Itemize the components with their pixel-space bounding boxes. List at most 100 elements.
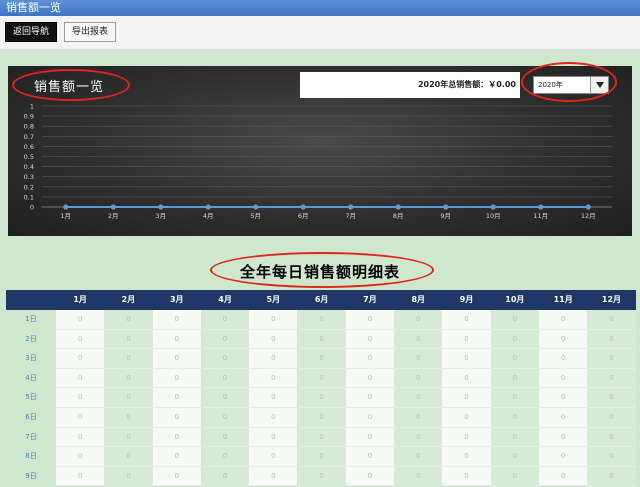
- table-cell[interactable]: 0: [104, 368, 153, 389]
- table-cell[interactable]: 0: [587, 427, 636, 448]
- table-cell[interactable]: 0: [442, 310, 491, 330]
- table-cell[interactable]: 0: [345, 368, 395, 389]
- table-cell[interactable]: 0: [587, 447, 636, 467]
- table-cell[interactable]: 0: [490, 447, 539, 467]
- table-cell[interactable]: 0: [539, 310, 588, 330]
- table-cell[interactable]: 0: [587, 329, 636, 350]
- table-cell[interactable]: 0: [104, 466, 153, 487]
- table-cell[interactable]: 0: [442, 388, 491, 408]
- table-cell[interactable]: 0: [587, 388, 636, 408]
- table-cell[interactable]: 0: [490, 310, 539, 330]
- table-cell[interactable]: 0: [442, 466, 491, 487]
- table-cell[interactable]: 0: [56, 447, 105, 467]
- table-cell[interactable]: 0: [152, 310, 201, 330]
- table-cell[interactable]: 0: [297, 368, 346, 389]
- table-cell[interactable]: 0: [539, 447, 588, 467]
- table-cell[interactable]: 0: [249, 349, 298, 369]
- table-cell[interactable]: 0: [442, 427, 491, 448]
- table-cell[interactable]: 0: [56, 408, 105, 428]
- table-cell[interactable]: 0: [587, 408, 636, 428]
- table-cell[interactable]: 0: [104, 329, 153, 350]
- table-cell[interactable]: 0: [442, 408, 491, 428]
- back-to-nav-button[interactable]: 返回导航: [5, 22, 57, 42]
- table-cell[interactable]: 0: [200, 368, 250, 389]
- table-cell[interactable]: 0: [249, 329, 298, 350]
- table-cell[interactable]: 0: [249, 408, 298, 428]
- table-cell[interactable]: 0: [539, 368, 588, 389]
- table-cell[interactable]: 0: [152, 329, 201, 350]
- table-cell[interactable]: 0: [249, 427, 298, 448]
- table-cell[interactable]: 0: [297, 427, 346, 448]
- table-cell[interactable]: 0: [442, 447, 491, 467]
- table-cell[interactable]: 0: [104, 349, 153, 369]
- table-cell[interactable]: 0: [104, 447, 153, 467]
- table-cell[interactable]: 0: [345, 447, 395, 467]
- table-cell[interactable]: 0: [539, 349, 588, 369]
- table-cell[interactable]: 0: [200, 466, 250, 487]
- table-cell[interactable]: 0: [394, 447, 443, 467]
- table-cell[interactable]: 0: [152, 408, 201, 428]
- table-cell[interactable]: 0: [56, 466, 105, 487]
- table-cell[interactable]: 0: [200, 427, 250, 448]
- table-cell[interactable]: 0: [297, 447, 346, 467]
- table-cell[interactable]: 0: [587, 349, 636, 369]
- table-cell[interactable]: 0: [200, 310, 250, 330]
- table-cell[interactable]: 0: [345, 310, 395, 330]
- table-cell[interactable]: 0: [394, 310, 443, 330]
- table-cell[interactable]: 0: [345, 408, 395, 428]
- table-cell[interactable]: 0: [539, 329, 588, 350]
- table-cell[interactable]: 0: [152, 447, 201, 467]
- table-cell[interactable]: 0: [345, 427, 395, 448]
- table-cell[interactable]: 0: [152, 368, 201, 389]
- table-cell[interactable]: 0: [490, 368, 539, 389]
- table-cell[interactable]: 0: [345, 329, 395, 350]
- table-cell[interactable]: 0: [587, 466, 636, 487]
- table-cell[interactable]: 0: [587, 368, 636, 389]
- table-cell[interactable]: 0: [249, 466, 298, 487]
- table-cell[interactable]: 0: [200, 408, 250, 428]
- table-cell[interactable]: 0: [297, 310, 346, 330]
- table-cell[interactable]: 0: [152, 466, 201, 487]
- table-cell[interactable]: 0: [490, 408, 539, 428]
- table-cell[interactable]: 0: [490, 466, 539, 487]
- table-cell[interactable]: 0: [200, 388, 250, 408]
- table-cell[interactable]: 0: [249, 368, 298, 389]
- table-cell[interactable]: 0: [56, 368, 105, 389]
- table-cell[interactable]: 0: [345, 388, 395, 408]
- table-cell[interactable]: 0: [490, 329, 539, 350]
- table-cell[interactable]: 0: [394, 388, 443, 408]
- table-cell[interactable]: 0: [345, 466, 395, 487]
- table-cell[interactable]: 0: [490, 349, 539, 369]
- table-cell[interactable]: 0: [490, 388, 539, 408]
- table-cell[interactable]: 0: [345, 349, 395, 369]
- table-cell[interactable]: 0: [200, 329, 250, 350]
- chevron-down-icon[interactable]: [590, 77, 608, 93]
- table-cell[interactable]: 0: [297, 349, 346, 369]
- table-cell[interactable]: 0: [104, 408, 153, 428]
- table-cell[interactable]: 0: [394, 466, 443, 487]
- table-cell[interactable]: 0: [539, 408, 588, 428]
- table-cell[interactable]: 0: [394, 349, 443, 369]
- table-cell[interactable]: 0: [297, 466, 346, 487]
- table-cell[interactable]: 0: [152, 427, 201, 448]
- table-cell[interactable]: 0: [394, 427, 443, 448]
- table-cell[interactable]: 0: [490, 427, 539, 448]
- table-cell[interactable]: 0: [200, 349, 250, 369]
- table-cell[interactable]: 0: [200, 447, 250, 467]
- table-cell[interactable]: 0: [539, 427, 588, 448]
- table-cell[interactable]: 0: [56, 349, 105, 369]
- table-cell[interactable]: 0: [104, 388, 153, 408]
- year-select[interactable]: 2020年: [533, 76, 609, 94]
- table-cell[interactable]: 0: [104, 427, 153, 448]
- table-cell[interactable]: 0: [442, 349, 491, 369]
- table-cell[interactable]: 0: [56, 329, 105, 350]
- table-cell[interactable]: 0: [442, 368, 491, 389]
- export-report-button[interactable]: 导出报表: [64, 22, 116, 42]
- table-cell[interactable]: 0: [104, 310, 153, 330]
- table-cell[interactable]: 0: [442, 329, 491, 350]
- table-cell[interactable]: 0: [394, 408, 443, 428]
- table-cell[interactable]: 0: [56, 427, 105, 448]
- table-cell[interactable]: 0: [394, 368, 443, 389]
- table-cell[interactable]: 0: [56, 310, 105, 330]
- table-cell[interactable]: 0: [152, 349, 201, 369]
